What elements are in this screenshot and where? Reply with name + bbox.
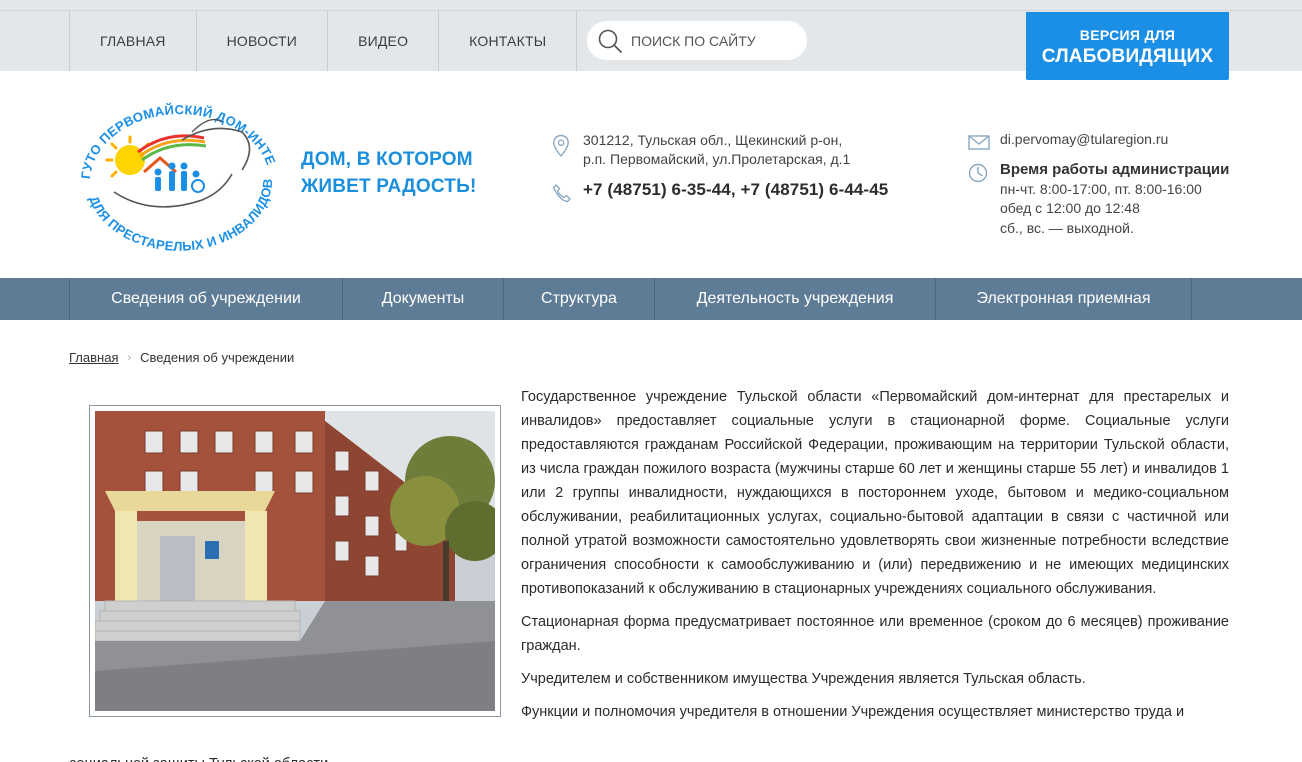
breadcrumb-current: Сведения об учреждении [140, 350, 295, 365]
article-body: Государственное учреждение Тульской обла… [521, 385, 1229, 733]
article-paragraph-3: Учредителем и собственником имущества Уч… [521, 671, 1086, 687]
address: 301212, Тульская обл., Щекинский р-он, р… [583, 131, 850, 169]
top-nav: ГЛАВНАЯ НОВОСТИ ВИДЕО КОНТАКТЫ [69, 10, 578, 71]
phone-number-1[interactable]: +7 (48751) 6-35-44 [583, 180, 731, 199]
top-nav-news[interactable]: НОВОСТИ [195, 10, 327, 71]
address-line2: р.п. Первомайский, ул.Пролетарская, д.1 [583, 151, 851, 167]
main-nav-documents[interactable]: Документы [342, 278, 503, 320]
top-nav-video[interactable]: ВИДЕО [327, 10, 438, 71]
site-logo[interactable]: ГУТО ПЕРВОМАЙСКИЙ ДОМ-ИНТЕРНАТ ДЛЯ ПРЕСТ… [72, 92, 284, 252]
article-paragraph-4: Функции и полномочия учредителя в отноше… [521, 704, 1185, 720]
main-nav-activity[interactable]: Деятельность учреждения [654, 278, 935, 320]
article-paragraph-2: Стационарная форма предусматривает посто… [521, 614, 1229, 654]
phone-number-2[interactable]: +7 (48751) 6-44-45 [740, 180, 888, 199]
low-vision-version-button[interactable]: ВЕРСИЯ ДЛЯ СЛАБОВИДЯЩИХ [1026, 12, 1229, 80]
top-nav-home[interactable]: ГЛАВНАЯ [69, 10, 196, 71]
breadcrumb-separator: › [127, 351, 132, 364]
breadcrumb: Главная › Сведения об учреждении [69, 350, 294, 365]
working-hours-line2: обед с 12:00 до 12:48 [1000, 200, 1140, 216]
email-link[interactable]: di.pervomay@tularegion.ru [1000, 131, 1168, 147]
low-vision-button-line2: СЛАБОВИДЯЩИХ [1041, 46, 1214, 67]
building-photo [89, 405, 501, 717]
breadcrumb-home-link[interactable]: Главная [69, 350, 118, 365]
phones: +7 (48751) 6-35-44, +7 (48751) 6-44-45 [583, 180, 888, 200]
article-paragraph-4-continuation: социальной защиты Тульской области. [69, 752, 332, 762]
mail-icon [968, 135, 990, 150]
working-hours: Время работы администрации пн-чт. 8:00-1… [1000, 160, 1229, 238]
main-nav-about[interactable]: Сведения об учреждении [69, 278, 342, 320]
search-icon[interactable] [597, 28, 623, 54]
slogan-line1: ДОМ, В КОТОРОМ [301, 149, 473, 170]
top-nav-contacts[interactable]: КОНТАКТЫ [438, 10, 578, 71]
working-hours-line1: пн-чт. 8:00-17:00, пт. 8:00-16:00 [1000, 180, 1202, 197]
location-pin-icon [553, 134, 569, 158]
clock-icon [968, 163, 988, 183]
main-nav-structure[interactable]: Структура [503, 278, 654, 320]
building-photo-image [95, 411, 495, 711]
main-nav-e-reception[interactable]: Электронная приемная [935, 278, 1192, 320]
working-hours-line3: сб., вс. — выходной. [1000, 219, 1134, 236]
phone-icon [552, 184, 571, 203]
address-line1: 301212, Тульская обл., Щекинский р-он, [583, 132, 843, 148]
working-hours-title: Время работы администрации [1000, 161, 1230, 178]
article-paragraph-1: Государственное учреждение Тульской обла… [521, 389, 1229, 597]
low-vision-button-line1: ВЕРСИЯ ДЛЯ [1079, 27, 1176, 43]
search-box[interactable] [587, 21, 807, 60]
search-input[interactable] [631, 32, 801, 49]
slogan: ДОМ, В КОТОРОМ ЖИВЕТ РАДОСТЬ! [301, 146, 477, 200]
slogan-line2: ЖИВЕТ РАДОСТЬ! [301, 176, 477, 197]
main-nav: Сведения об учреждении Документы Структу… [0, 278, 1302, 320]
